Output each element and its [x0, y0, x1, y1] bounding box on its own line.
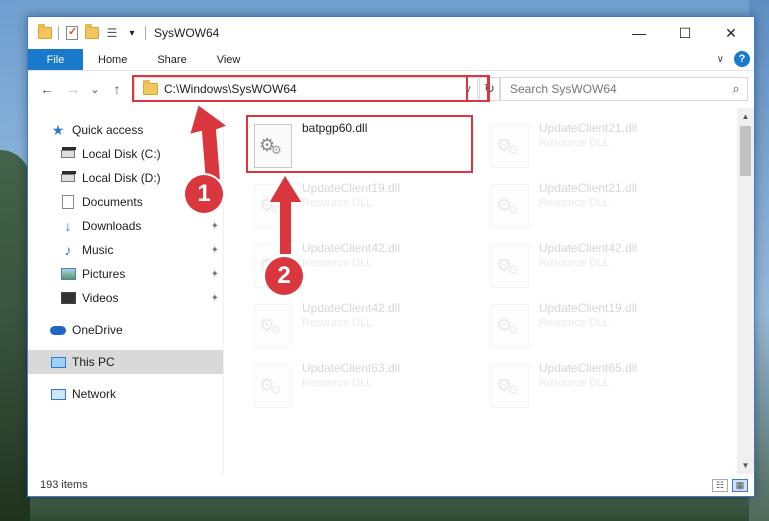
- annotation-badge-2: 2: [265, 257, 303, 295]
- arrow-2: [266, 172, 305, 256]
- arrow-1: [187, 102, 231, 184]
- annotation-badge-1: 1: [185, 175, 223, 213]
- annotation-arrows: [187, 102, 305, 256]
